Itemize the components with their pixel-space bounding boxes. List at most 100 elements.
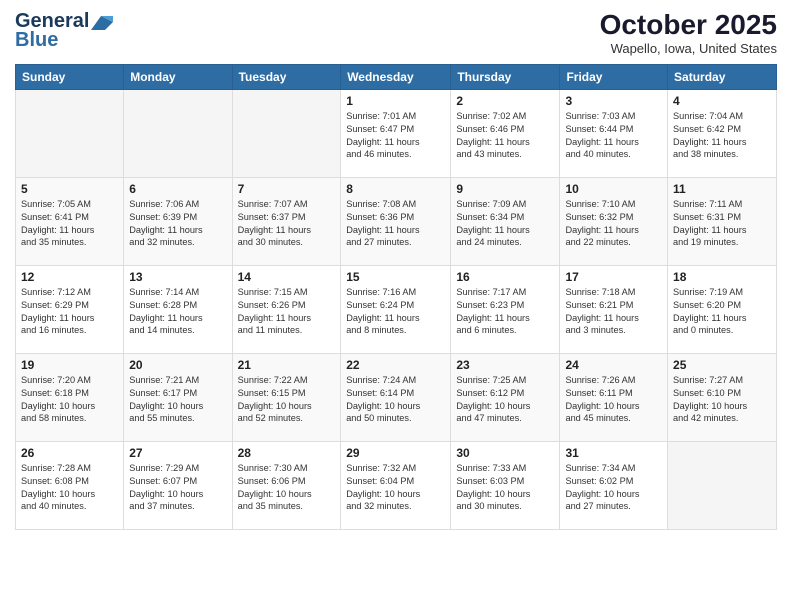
day-info: Sunrise: 7:24 AM Sunset: 6:14 PM Dayligh… bbox=[346, 374, 445, 426]
weekday-header-row: SundayMondayTuesdayWednesdayThursdayFrid… bbox=[16, 64, 777, 89]
day-number: 30 bbox=[456, 446, 554, 460]
calendar-cell: 22 Sunrise: 7:24 AM Sunset: 6:14 PM Dayli… bbox=[341, 353, 451, 441]
calendar-cell: 28Sunrise: 7:30 AM Sunset: 6:06 PM Dayli… bbox=[232, 441, 341, 529]
day-number: 18 bbox=[673, 270, 771, 284]
title-block: October 2025 Wapello, Iowa, United State… bbox=[600, 10, 777, 56]
calendar-cell: 26Sunrise: 7:28 AM Sunset: 6:08 PM Dayli… bbox=[16, 441, 124, 529]
day-info: Sunrise: 7:04 AM Sunset: 6:42 PM Dayligh… bbox=[673, 110, 771, 162]
calendar-week-row: 1 Sunrise: 7:01 AM Sunset: 6:47 PM Daylig… bbox=[16, 89, 777, 177]
calendar-cell: 29 Sunrise: 7:32 AM Sunset: 6:04 PM Dayli… bbox=[341, 441, 451, 529]
day-number: 16 bbox=[456, 270, 554, 284]
calendar-cell: 1 Sunrise: 7:01 AM Sunset: 6:47 PM Daylig… bbox=[341, 89, 451, 177]
day-info: Sunrise: 7:33 AM Sunset: 6:03 PM Dayligh… bbox=[456, 462, 554, 514]
day-number: 13 bbox=[129, 270, 226, 284]
calendar-cell bbox=[232, 89, 341, 177]
day-info: Sunrise: 7:06 AM Sunset: 6:39 PM Dayligh… bbox=[129, 198, 226, 250]
day-info: Sunrise: 7:03 AM Sunset: 6:44 PM Dayligh… bbox=[565, 110, 662, 162]
calendar-cell bbox=[124, 89, 232, 177]
calendar-cell: 31Sunrise: 7:34 AM Sunset: 6:02 PM Dayli… bbox=[560, 441, 668, 529]
day-number: 17 bbox=[565, 270, 662, 284]
day-number: 26 bbox=[21, 446, 118, 460]
day-number: 15 bbox=[346, 270, 445, 284]
day-info: Sunrise: 7:08 AM Sunset: 6:36 PM Dayligh… bbox=[346, 198, 445, 250]
day-info: Sunrise: 7:17 AM Sunset: 6:23 PM Dayligh… bbox=[456, 286, 554, 338]
day-number: 11 bbox=[673, 182, 771, 196]
calendar-cell: 14Sunrise: 7:15 AM Sunset: 6:26 PM Dayli… bbox=[232, 265, 341, 353]
day-number: 20 bbox=[129, 358, 226, 372]
page: General Blue October 2025 Wapello, Iowa,… bbox=[0, 0, 792, 612]
calendar-cell: 23 Sunrise: 7:25 AM Sunset: 6:12 PM Dayli… bbox=[451, 353, 560, 441]
weekday-header: Thursday bbox=[451, 64, 560, 89]
day-number: 1 bbox=[346, 94, 445, 108]
logo: General Blue bbox=[15, 10, 113, 52]
calendar-cell: 17 Sunrise: 7:18 AM Sunset: 6:21 PM Dayli… bbox=[560, 265, 668, 353]
day-number: 8 bbox=[346, 182, 445, 196]
calendar-cell: 20 Sunrise: 7:21 AM Sunset: 6:17 PM Dayli… bbox=[124, 353, 232, 441]
calendar-week-row: 5 Sunrise: 7:05 AM Sunset: 6:41 PM Daylig… bbox=[16, 177, 777, 265]
calendar-cell: 8 Sunrise: 7:08 AM Sunset: 6:36 PM Daylig… bbox=[341, 177, 451, 265]
day-info: Sunrise: 7:25 AM Sunset: 6:12 PM Dayligh… bbox=[456, 374, 554, 426]
day-number: 6 bbox=[129, 182, 226, 196]
day-number: 27 bbox=[129, 446, 226, 460]
day-number: 5 bbox=[21, 182, 118, 196]
calendar-cell: 13Sunrise: 7:14 AM Sunset: 6:28 PM Dayli… bbox=[124, 265, 232, 353]
calendar-cell: 21 Sunrise: 7:22 AM Sunset: 6:15 PM Dayli… bbox=[232, 353, 341, 441]
weekday-header: Monday bbox=[124, 64, 232, 89]
calendar-cell: 3 Sunrise: 7:03 AM Sunset: 6:44 PM Daylig… bbox=[560, 89, 668, 177]
calendar-cell: 15 Sunrise: 7:16 AM Sunset: 6:24 PM Dayli… bbox=[341, 265, 451, 353]
calendar-cell: 24Sunrise: 7:26 AM Sunset: 6:11 PM Dayli… bbox=[560, 353, 668, 441]
calendar-cell bbox=[668, 441, 777, 529]
day-info: Sunrise: 7:07 AM Sunset: 6:37 PM Dayligh… bbox=[238, 198, 336, 250]
calendar-cell: 4 Sunrise: 7:04 AM Sunset: 6:42 PM Daylig… bbox=[668, 89, 777, 177]
logo-icon bbox=[91, 16, 113, 30]
calendar-week-row: 26Sunrise: 7:28 AM Sunset: 6:08 PM Dayli… bbox=[16, 441, 777, 529]
day-number: 19 bbox=[21, 358, 118, 372]
calendar-cell: 2Sunrise: 7:02 AM Sunset: 6:46 PM Daylig… bbox=[451, 89, 560, 177]
day-number: 14 bbox=[238, 270, 336, 284]
day-info: Sunrise: 7:32 AM Sunset: 6:04 PM Dayligh… bbox=[346, 462, 445, 514]
day-number: 4 bbox=[673, 94, 771, 108]
calendar-cell bbox=[16, 89, 124, 177]
calendar-cell: 10 Sunrise: 7:10 AM Sunset: 6:32 PM Dayli… bbox=[560, 177, 668, 265]
calendar-cell: 9 Sunrise: 7:09 AM Sunset: 6:34 PM Daylig… bbox=[451, 177, 560, 265]
day-number: 23 bbox=[456, 358, 554, 372]
day-info: Sunrise: 7:10 AM Sunset: 6:32 PM Dayligh… bbox=[565, 198, 662, 250]
day-info: Sunrise: 7:02 AM Sunset: 6:46 PM Dayligh… bbox=[456, 110, 554, 162]
calendar-cell: 5 Sunrise: 7:05 AM Sunset: 6:41 PM Daylig… bbox=[16, 177, 124, 265]
day-number: 29 bbox=[346, 446, 445, 460]
calendar-cell: 11 Sunrise: 7:11 AM Sunset: 6:31 PM Dayli… bbox=[668, 177, 777, 265]
calendar-cell: 19 Sunrise: 7:20 AM Sunset: 6:18 PM Dayli… bbox=[16, 353, 124, 441]
day-info: Sunrise: 7:16 AM Sunset: 6:24 PM Dayligh… bbox=[346, 286, 445, 338]
day-info: Sunrise: 7:18 AM Sunset: 6:21 PM Dayligh… bbox=[565, 286, 662, 338]
weekday-header: Saturday bbox=[668, 64, 777, 89]
calendar-cell: 16 Sunrise: 7:17 AM Sunset: 6:23 PM Dayli… bbox=[451, 265, 560, 353]
day-number: 9 bbox=[456, 182, 554, 196]
day-number: 7 bbox=[238, 182, 336, 196]
day-info: Sunrise: 7:19 AM Sunset: 6:20 PM Dayligh… bbox=[673, 286, 771, 338]
weekday-header: Wednesday bbox=[341, 64, 451, 89]
day-info: Sunrise: 7:22 AM Sunset: 6:15 PM Dayligh… bbox=[238, 374, 336, 426]
day-info: Sunrise: 7:01 AM Sunset: 6:47 PM Dayligh… bbox=[346, 110, 445, 162]
day-number: 3 bbox=[565, 94, 662, 108]
day-info: Sunrise: 7:09 AM Sunset: 6:34 PM Dayligh… bbox=[456, 198, 554, 250]
day-number: 24 bbox=[565, 358, 662, 372]
day-info: Sunrise: 7:29 AM Sunset: 6:07 PM Dayligh… bbox=[129, 462, 226, 514]
day-info: Sunrise: 7:21 AM Sunset: 6:17 PM Dayligh… bbox=[129, 374, 226, 426]
day-info: Sunrise: 7:30 AM Sunset: 6:06 PM Dayligh… bbox=[238, 462, 336, 514]
day-number: 31 bbox=[565, 446, 662, 460]
day-number: 10 bbox=[565, 182, 662, 196]
calendar-table: SundayMondayTuesdayWednesdayThursdayFrid… bbox=[15, 64, 777, 530]
day-number: 22 bbox=[346, 358, 445, 372]
day-number: 25 bbox=[673, 358, 771, 372]
day-info: Sunrise: 7:12 AM Sunset: 6:29 PM Dayligh… bbox=[21, 286, 118, 338]
calendar-cell: 12Sunrise: 7:12 AM Sunset: 6:29 PM Dayli… bbox=[16, 265, 124, 353]
month-title: October 2025 bbox=[600, 10, 777, 41]
calendar-week-row: 12Sunrise: 7:12 AM Sunset: 6:29 PM Dayli… bbox=[16, 265, 777, 353]
weekday-header: Tuesday bbox=[232, 64, 341, 89]
logo-blue: Blue bbox=[15, 29, 58, 52]
day-number: 21 bbox=[238, 358, 336, 372]
day-info: Sunrise: 7:20 AM Sunset: 6:18 PM Dayligh… bbox=[21, 374, 118, 426]
day-info: Sunrise: 7:11 AM Sunset: 6:31 PM Dayligh… bbox=[673, 198, 771, 250]
day-info: Sunrise: 7:05 AM Sunset: 6:41 PM Dayligh… bbox=[21, 198, 118, 250]
day-info: Sunrise: 7:27 AM Sunset: 6:10 PM Dayligh… bbox=[673, 374, 771, 426]
